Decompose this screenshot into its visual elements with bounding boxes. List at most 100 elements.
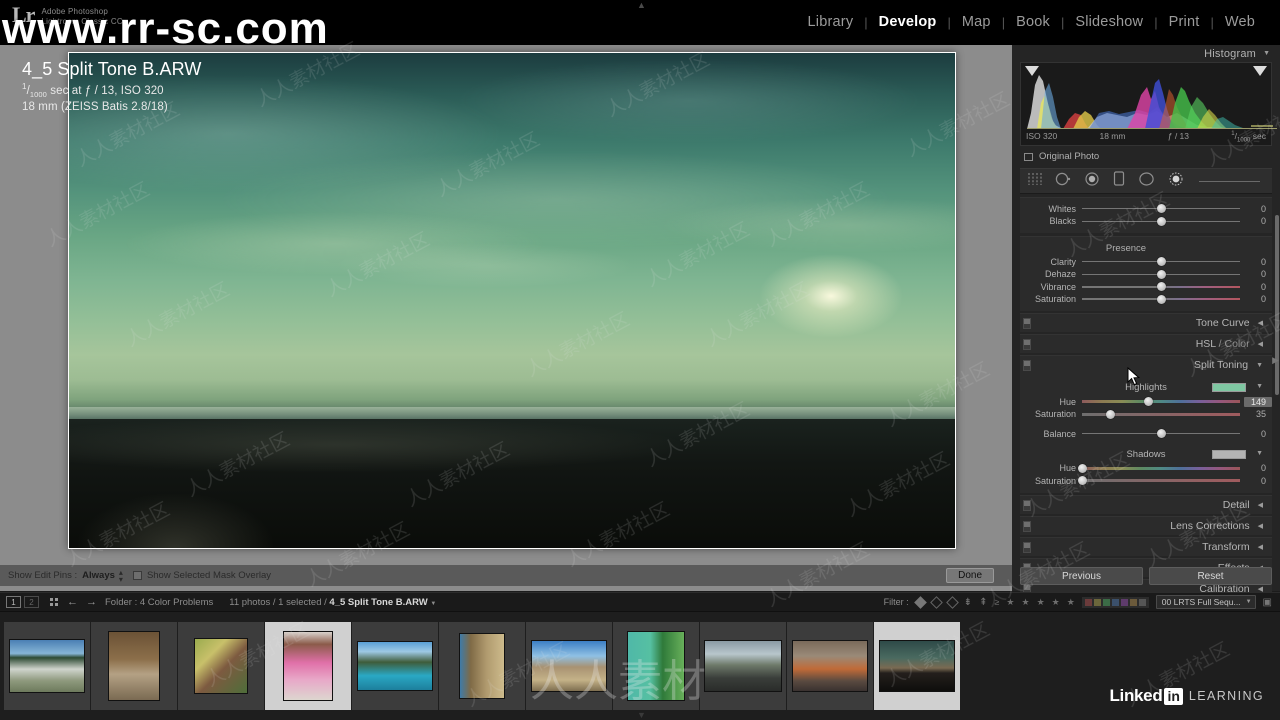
shadows-saturation-slider[interactable] (1077, 475, 1240, 486)
whites-handle[interactable] (1156, 204, 1166, 214)
blacks-value[interactable]: 0 (1244, 216, 1272, 226)
module-web[interactable]: Web (1214, 14, 1266, 30)
thumbnail-stone-building[interactable] (459, 633, 505, 699)
split-toning-panel-header[interactable]: Split Toning ▼ (1020, 355, 1272, 374)
panel-switch-icon[interactable] (1023, 520, 1031, 532)
filter-switch-icon[interactable]: ▣ (1263, 597, 1272, 608)
highlights-hue-value[interactable]: 149 (1244, 396, 1272, 407)
module-book[interactable]: Book (1005, 14, 1061, 30)
develop-photo[interactable] (69, 53, 955, 548)
dehaze-handle[interactable] (1156, 269, 1166, 279)
brush-size-slider[interactable] (1199, 180, 1260, 182)
panel-switch-icon[interactable] (1023, 499, 1031, 511)
balance-slider[interactable] (1082, 428, 1240, 439)
panel-switch-icon[interactable] (1023, 541, 1031, 553)
shadows-hue-slider[interactable] (1077, 463, 1240, 474)
histogram[interactable]: ISO 320 18 mm ƒ / 13 1/1000 sec (1020, 62, 1277, 146)
blacks-handle[interactable] (1156, 216, 1166, 226)
histogram-panel-header[interactable]: Histogram ▼ (1012, 45, 1280, 62)
chevron-left-icon[interactable]: ◀ (1258, 501, 1263, 509)
highlights-hue-slider[interactable] (1082, 396, 1240, 407)
module-print[interactable]: Print (1158, 14, 1211, 30)
color-label-swatch-5[interactable] (1120, 598, 1128, 606)
color-label-swatch-4[interactable] (1111, 598, 1119, 606)
back-arrow-icon[interactable]: ← (67, 596, 78, 608)
balance-handle[interactable] (1156, 429, 1166, 439)
thumbnail-green-mural[interactable] (627, 631, 685, 701)
highlights-saturation-handle[interactable] (1105, 409, 1115, 419)
filmstrip-cell[interactable] (526, 622, 612, 710)
chevron-left-icon[interactable]: ◀ (1258, 319, 1263, 327)
flag-pick-icon[interactable] (913, 595, 927, 609)
chevron-down-icon[interactable]: ▼ (1263, 50, 1270, 57)
saturation-handle[interactable] (1156, 294, 1166, 304)
star-3-icon[interactable]: ★ (1037, 597, 1045, 608)
saturation-value[interactable]: 0 (1244, 294, 1272, 304)
star-5-icon[interactable]: ★ (1067, 597, 1075, 608)
thumbnail-interior-window[interactable] (704, 640, 782, 692)
thumbnail-girl-portrait-green[interactable] (194, 638, 248, 694)
flag-reject-icon[interactable] (945, 595, 959, 609)
balance-value[interactable]: 0 (1244, 429, 1272, 439)
filmstrip-cell[interactable] (91, 622, 177, 710)
chevron-down-icon[interactable]: ▼ (1256, 362, 1263, 369)
grid-view-icon[interactable] (50, 598, 58, 606)
lens-corrections-panel-header[interactable]: Lens Corrections ◀ (1020, 515, 1272, 535)
adjustment-brush-tool[interactable] (1168, 171, 1184, 192)
filmstrip-cell[interactable] (265, 622, 351, 710)
source-label[interactable]: Folder : 4 Color Problems (105, 597, 213, 608)
module-map[interactable]: Map (951, 14, 1002, 30)
shadows-saturation-value[interactable]: 0 (1244, 476, 1272, 486)
detail-panel-header[interactable]: Detail ◀ (1020, 494, 1272, 514)
previous-button[interactable]: Previous (1020, 567, 1143, 585)
filmstrip-cell[interactable] (439, 622, 525, 710)
right-panel-scrollbar[interactable] (1275, 215, 1279, 395)
highlights-saturation-value[interactable]: 35 (1244, 409, 1272, 419)
thumbnail-stone-fountain[interactable] (108, 631, 160, 701)
whites-slider[interactable] (1082, 203, 1240, 214)
shadows-color-swatch[interactable] (1212, 449, 1246, 459)
thumbnail-beach-cove[interactable] (9, 639, 85, 693)
thumbnail-girl-pink-shirt[interactable] (283, 631, 333, 701)
page-1-button[interactable]: 1 (6, 596, 21, 608)
original-photo-toggle[interactable]: Original Photo (1012, 146, 1280, 166)
crop-overlay-tool[interactable] (1028, 172, 1042, 191)
chevron-down-icon[interactable]: ▼ (1256, 450, 1263, 457)
clarity-handle[interactable] (1156, 257, 1166, 267)
chevron-left-icon[interactable]: ◀ (1258, 340, 1263, 348)
forward-arrow-icon[interactable]: → (86, 596, 97, 608)
module-library[interactable]: Library (797, 14, 865, 30)
page-2-button[interactable]: 2 (24, 596, 39, 608)
selection-info[interactable]: 11 photos / 1 selected / 4_5 Split Tone … (229, 597, 436, 608)
color-label-swatch-7[interactable] (1138, 598, 1146, 606)
thumbnail-scooter-wall[interactable] (792, 640, 868, 692)
dehaze-value[interactable]: 0 (1244, 269, 1272, 279)
chevron-left-icon[interactable]: ◀ (1258, 522, 1263, 530)
filmstrip-cell[interactable] (700, 622, 786, 710)
dehaze-slider[interactable] (1082, 269, 1240, 280)
filmstrip-cell[interactable] (613, 622, 699, 710)
color-label-swatch-6[interactable] (1129, 598, 1137, 606)
top-panel-toggle-caret[interactable]: ▲ (637, 0, 646, 10)
highlights-hue-handle[interactable] (1143, 397, 1153, 407)
highlights-color-swatch[interactable] (1212, 383, 1246, 392)
color-label-swatch-1[interactable] (1084, 598, 1092, 606)
thumbnail-ruins-blue-sky[interactable] (531, 640, 607, 692)
radial-filter-tool[interactable] (1138, 171, 1155, 192)
filmstrip-cell[interactable] (178, 622, 264, 710)
chevron-down-icon[interactable]: ▼ (1256, 383, 1263, 390)
done-button[interactable]: Done (946, 568, 994, 583)
filmstrip[interactable] (0, 611, 1280, 720)
vibrance-handle[interactable] (1156, 282, 1166, 292)
flag-unflagged-icon[interactable] (929, 595, 943, 609)
thumbnail-split-tone-seascape[interactable] (879, 640, 955, 692)
saturation-slider[interactable] (1082, 294, 1240, 305)
panel-collapse-arrow-icon[interactable]: ▶ (1272, 355, 1279, 366)
star-2-icon[interactable]: ★ (1021, 597, 1029, 608)
filmstrip-cell[interactable] (4, 622, 90, 710)
red-eye-tool[interactable] (1084, 171, 1100, 192)
tone-curve-panel-header[interactable]: Tone Curve ◀ (1020, 313, 1272, 332)
filmstrip-cell[interactable] (787, 622, 873, 710)
clarity-slider[interactable] (1082, 256, 1240, 267)
graduated-filter-tool[interactable] (1113, 171, 1125, 191)
